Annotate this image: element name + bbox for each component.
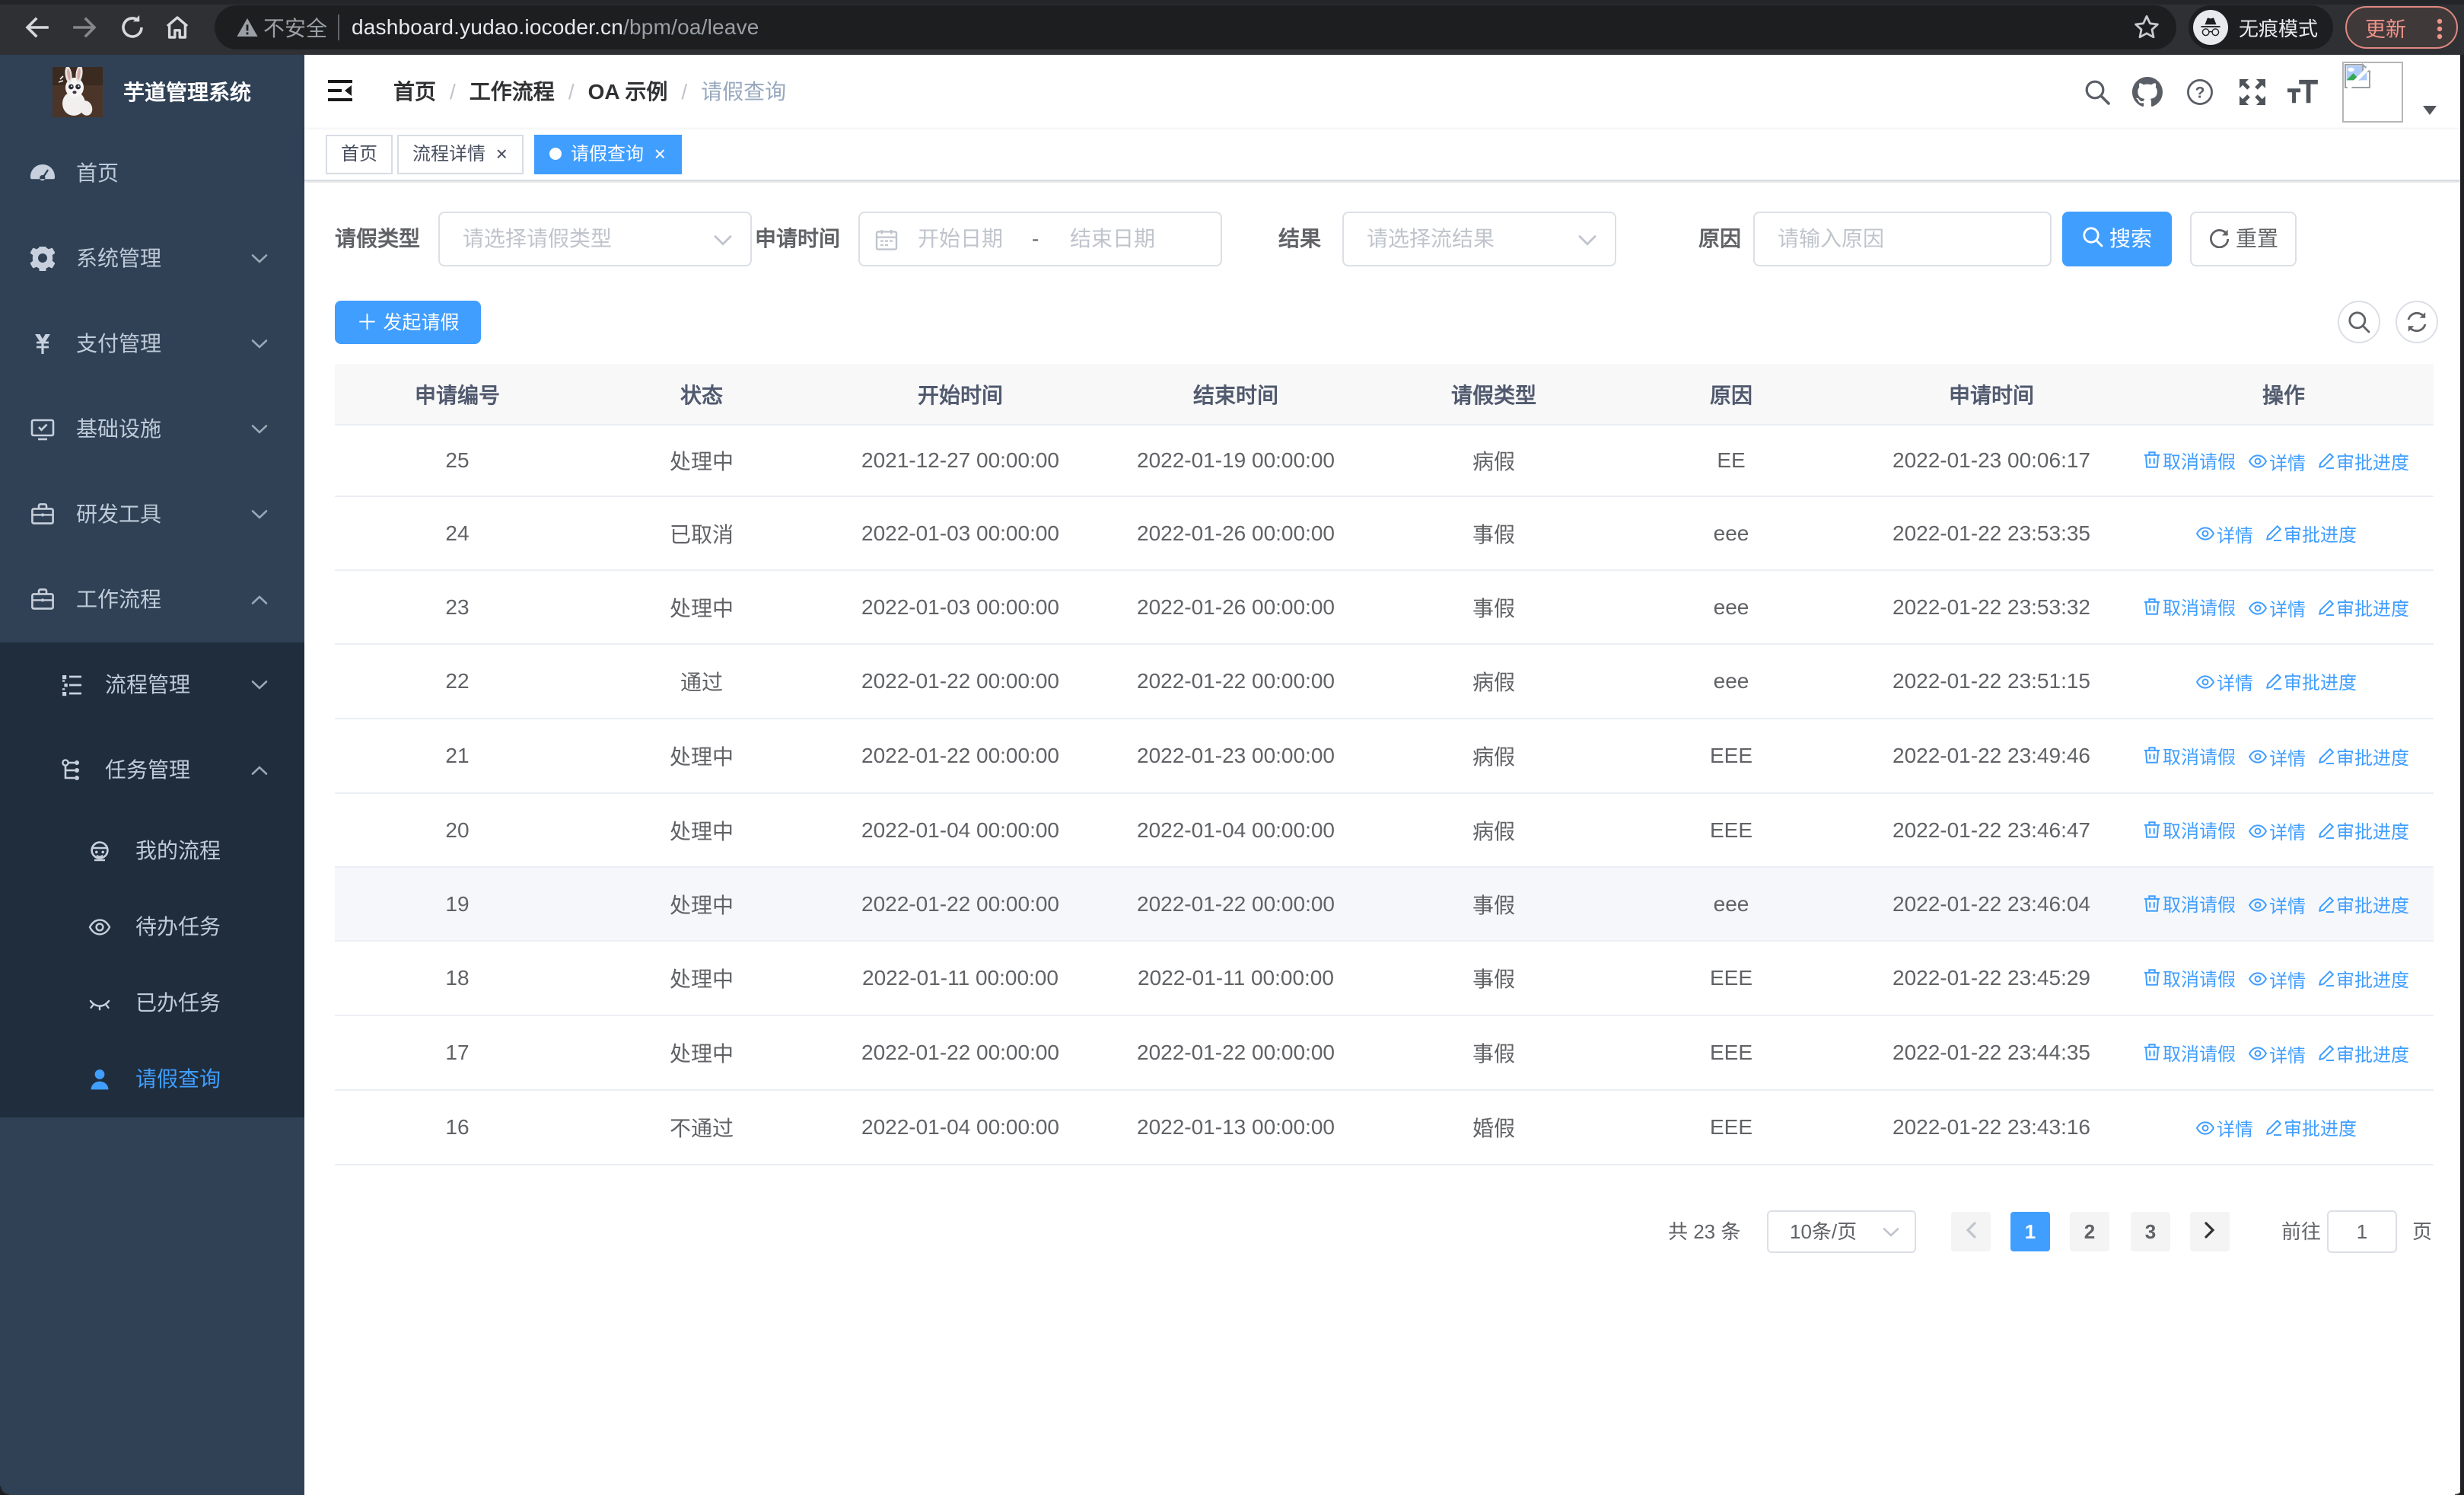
- svg-text:?: ?: [2195, 84, 2205, 102]
